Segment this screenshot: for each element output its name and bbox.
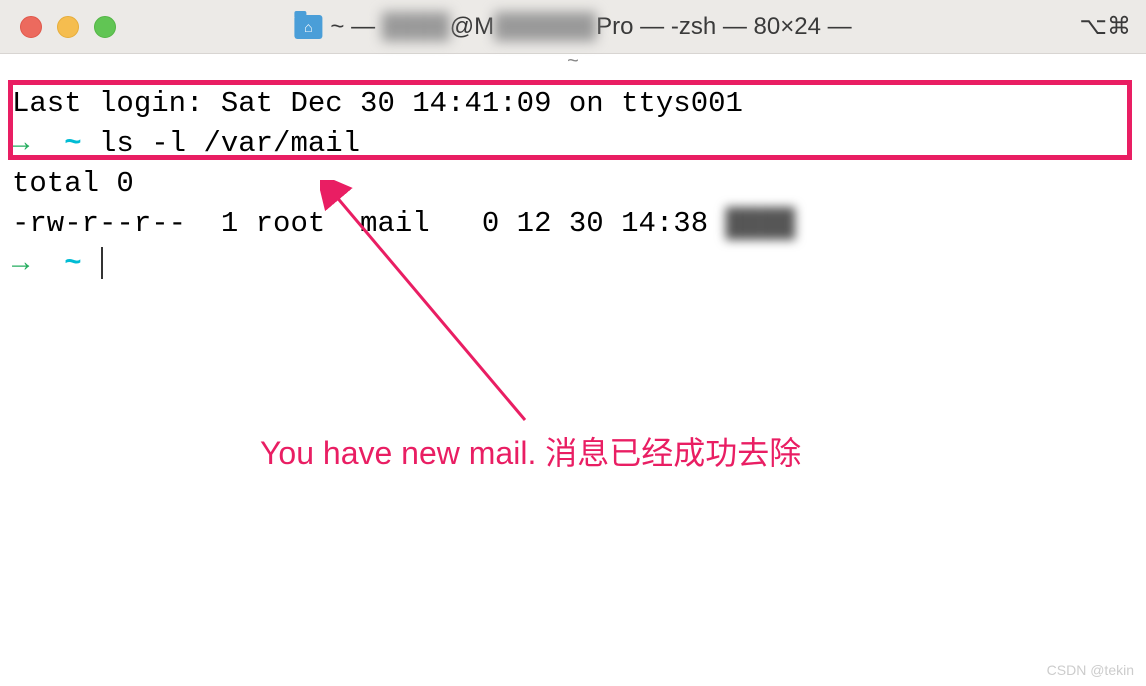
last-login-line: Last login: Sat Dec 30 14:41:09 on ttys0… xyxy=(0,84,1146,124)
current-prompt-line[interactable]: → ~ xyxy=(0,244,1146,284)
folder-icon xyxy=(294,15,322,39)
traffic-lights xyxy=(20,16,116,38)
ls-output-line: -rw-r--r-- 1 root mail 0 12 30 14:38 ███… xyxy=(0,204,1146,244)
ls-permissions-output: -rw-r--r-- 1 root mail 0 12 30 14:38 xyxy=(12,207,726,240)
prompt-arrow-icon: → xyxy=(12,247,29,280)
window-title: ~ — ████@M██████Pro — -zsh — 80×24 — xyxy=(294,13,851,41)
title-blurred-host: ██████ xyxy=(494,13,596,41)
maximize-button[interactable] xyxy=(94,16,116,38)
annotation-text: You have new mail. 消息已经成功去除 xyxy=(260,428,801,474)
terminal-window: ~ — ████@M██████Pro — -zsh — 80×24 — ⌥⌘ … xyxy=(0,0,1146,686)
tab-indicator: ~ xyxy=(567,50,579,73)
ls-filename-blurred: ████ xyxy=(726,207,796,240)
keyboard-shortcut-hint: ⌥⌘ xyxy=(1079,12,1131,41)
terminal-content[interactable]: Last login: Sat Dec 30 14:41:09 on ttys0… xyxy=(0,84,1146,284)
window-titlebar[interactable]: ~ — ████@M██████Pro — -zsh — 80×24 — ⌥⌘ … xyxy=(0,0,1146,54)
command-text: ls -l /var/mail xyxy=(99,127,360,160)
minimize-button[interactable] xyxy=(57,16,79,38)
prompt-tilde-icon: ~ xyxy=(64,247,81,280)
title-prefix: ~ — xyxy=(330,13,375,40)
title-blurred-user: ████ xyxy=(382,13,450,41)
cursor xyxy=(101,247,103,279)
command-line-1: → ~ ls -l /var/mail xyxy=(0,124,1146,164)
watermark: CSDN @tekin xyxy=(1047,662,1134,678)
prompt-arrow-icon: → xyxy=(12,127,29,160)
prompt-tilde-icon: ~ xyxy=(64,127,81,160)
title-mid: @M xyxy=(450,13,494,40)
total-output-line: total 0 xyxy=(0,164,1146,204)
close-button[interactable] xyxy=(20,16,42,38)
title-suffix: Pro — -zsh — 80×24 — xyxy=(596,13,851,40)
